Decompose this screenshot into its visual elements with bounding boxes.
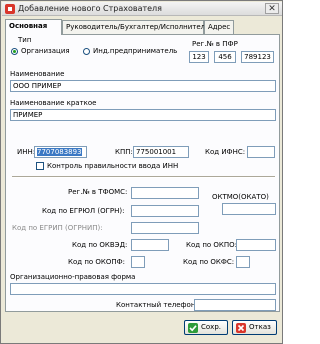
inn-check-label[interactable]: Контроль правильности ввода ИНН (47, 162, 178, 171)
name-field[interactable]: ООО ПРИМЕР (10, 80, 276, 92)
close-button[interactable]: ✕ (265, 3, 279, 14)
tab-address[interactable]: Адрес (204, 20, 234, 34)
phone-field[interactable] (194, 299, 276, 311)
separator (12, 176, 275, 178)
checkmark-icon (188, 323, 198, 333)
short-name-field[interactable]: ПРИМЕР (10, 109, 276, 121)
cancel-button-label: Отказ (249, 323, 271, 331)
radio-individual-entrepreneur[interactable] (83, 48, 90, 55)
egrip-label: Код по ЕГРИП (ОГРНИП): (12, 224, 103, 232)
title-bar[interactable]: Добавление нового Страхователя ✕ (2, 2, 282, 16)
short-name-label: Наименование краткое (10, 99, 97, 107)
inn-check-checkbox[interactable] (36, 162, 44, 170)
type-label: Тип (18, 36, 32, 44)
pfr-part-2[interactable]: 456 (214, 51, 236, 63)
ifns-label: Код ИФНС: (205, 148, 246, 156)
pfr-label: Рег.№ в ПФР (192, 40, 238, 48)
oktmo-label: ОКТМО(ОКАТО) (212, 193, 269, 201)
cancel-button[interactable]: Отказ (232, 320, 277, 335)
kpp-field[interactable]: 775001001 (133, 146, 189, 158)
okpo-label: Код по ОКПО: (186, 241, 238, 249)
okopf-field[interactable] (131, 256, 145, 268)
close-icon (236, 323, 246, 333)
ifns-field[interactable] (247, 146, 275, 158)
name-label: Наименование (10, 70, 65, 78)
inn-label: ИНН: (17, 148, 36, 156)
legal-form-label: Организационно-правовая форма (10, 273, 136, 281)
egrul-field[interactable] (131, 205, 199, 217)
okopf-label: Код по ОКОПФ: (68, 258, 126, 266)
save-button-label: Сохр. (201, 323, 221, 331)
inn-value: 7707083893 (37, 148, 82, 156)
egrip-field[interactable] (131, 222, 199, 234)
app-icon (5, 4, 15, 14)
okpo-field[interactable] (236, 239, 276, 251)
radio-organization[interactable] (11, 48, 18, 55)
legal-form-field[interactable] (10, 283, 276, 295)
save-button[interactable]: Сохр. (184, 320, 228, 335)
window-title: Добавление нового Страхователя (18, 4, 162, 13)
inn-field[interactable]: 7707083893 (34, 146, 87, 158)
egrul-label: Код по ЕГРЮЛ (ОГРН): (42, 207, 125, 215)
okved-label: Код по ОКВЭД: (72, 241, 128, 249)
phone-label: Контактный телефон: (116, 301, 198, 309)
okfs-field[interactable] (236, 256, 250, 268)
okved-field[interactable] (131, 239, 169, 251)
tab-main[interactable]: Основная (5, 19, 62, 35)
tfoms-label: Рег.№ в ТФОМС: (68, 188, 128, 196)
radio-organization-label[interactable]: Организация (21, 47, 70, 56)
tfoms-field[interactable] (131, 187, 199, 199)
dialog-window: Добавление нового Страхователя ✕ Основна… (0, 0, 283, 344)
pfr-part-1[interactable]: 123 (189, 51, 209, 63)
tab-director-accountant[interactable]: Руководитель/Бухгалтер/Исполнитель (62, 20, 209, 34)
pfr-part-3[interactable]: 789123 (241, 51, 274, 63)
oktmo-field[interactable] (222, 203, 276, 215)
okfs-label: Код по ОКФС: (183, 258, 235, 266)
kpp-label: КПП: (115, 148, 133, 156)
radio-individual-entrepreneur-label[interactable]: Инд.предприниматель (93, 47, 177, 56)
main-tab-panel: Тип Организация Инд.предприниматель Рег.… (5, 34, 280, 312)
